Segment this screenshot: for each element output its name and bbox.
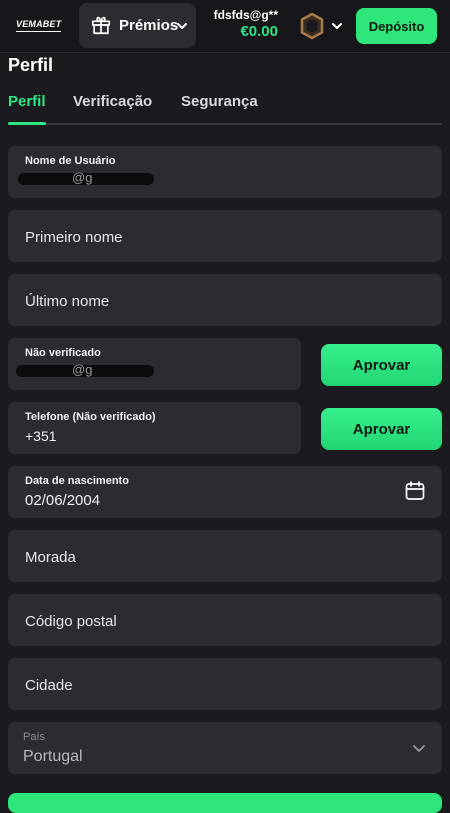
- city-placeholder: Cidade: [25, 677, 73, 694]
- chevron-down-icon: [413, 745, 425, 752]
- tab-verificacao[interactable]: Verificação: [73, 93, 152, 110]
- logo[interactable]: VEMABET: [16, 19, 62, 32]
- address-placeholder: Morada: [25, 549, 76, 566]
- phone-label: Telefone (Não verificado): [25, 411, 156, 423]
- username-field[interactable]: Nome de Usuário @g: [8, 146, 442, 198]
- postal-code-field[interactable]: Código postal: [8, 594, 442, 646]
- city-field[interactable]: Cidade: [8, 658, 442, 710]
- last-name-placeholder: Último nome: [25, 293, 110, 310]
- first-name-placeholder: Primeiro nome: [25, 229, 123, 246]
- approve-email-button[interactable]: Aprovar: [321, 344, 442, 386]
- dob-label: Data de nascimento: [25, 475, 129, 487]
- tab-seguranca[interactable]: Segurança: [181, 93, 258, 110]
- date-of-birth-field[interactable]: Data de nascimento 02/06/2004: [8, 466, 442, 518]
- country-label: País: [23, 731, 46, 743]
- prizes-label: Prémios: [119, 17, 179, 34]
- tab-perfil[interactable]: Perfil: [8, 93, 46, 110]
- page-title: Perfil: [8, 55, 54, 75]
- save-button[interactable]: [8, 793, 442, 813]
- phone-field[interactable]: Telefone (Não verificado) +351: [8, 402, 301, 454]
- country-select[interactable]: País Portugal: [8, 722, 442, 774]
- username-label: Nome de Usuário: [25, 155, 116, 167]
- first-name-field[interactable]: Primeiro nome: [8, 210, 442, 262]
- user-menu-chevron-icon[interactable]: [331, 20, 343, 32]
- logo-text: VEMABET: [16, 19, 62, 29]
- phone-value: +351: [25, 428, 57, 444]
- calendar-icon[interactable]: [404, 480, 426, 502]
- address-field[interactable]: Morada: [8, 530, 442, 582]
- chevron-down-icon: [177, 23, 187, 29]
- country-value: Portugal: [23, 748, 83, 765]
- email-field[interactable]: Não verificado @g: [8, 338, 301, 390]
- active-tab-indicator: [8, 122, 46, 125]
- last-name-field[interactable]: Último nome: [8, 274, 442, 326]
- hexagon-badge-icon[interactable]: [299, 12, 325, 40]
- email-value: @g: [72, 362, 93, 377]
- user-account-info[interactable]: fdsfds@g** €0.00: [198, 8, 278, 41]
- prizes-button[interactable]: Prémios: [79, 3, 196, 48]
- tabs-divider: [8, 123, 442, 125]
- user-email: fdsfds@g**: [213, 8, 278, 22]
- deposit-button[interactable]: Depósito: [356, 8, 437, 44]
- email-status-label: Não verificado: [25, 347, 101, 359]
- profile-tabs: Perfil Verificação Segurança: [8, 93, 442, 125]
- top-bar: VEMABET Prémios fdsfds@g** €0.00 Depósit…: [0, 0, 450, 53]
- approve-phone-button[interactable]: Aprovar: [321, 408, 442, 450]
- logo-underline: [16, 31, 62, 32]
- gift-icon: [91, 16, 111, 35]
- postal-code-placeholder: Código postal: [25, 613, 117, 630]
- dob-value: 02/06/2004: [25, 492, 101, 509]
- user-balance: €0.00: [240, 23, 278, 40]
- username-value: @g: [72, 170, 93, 185]
